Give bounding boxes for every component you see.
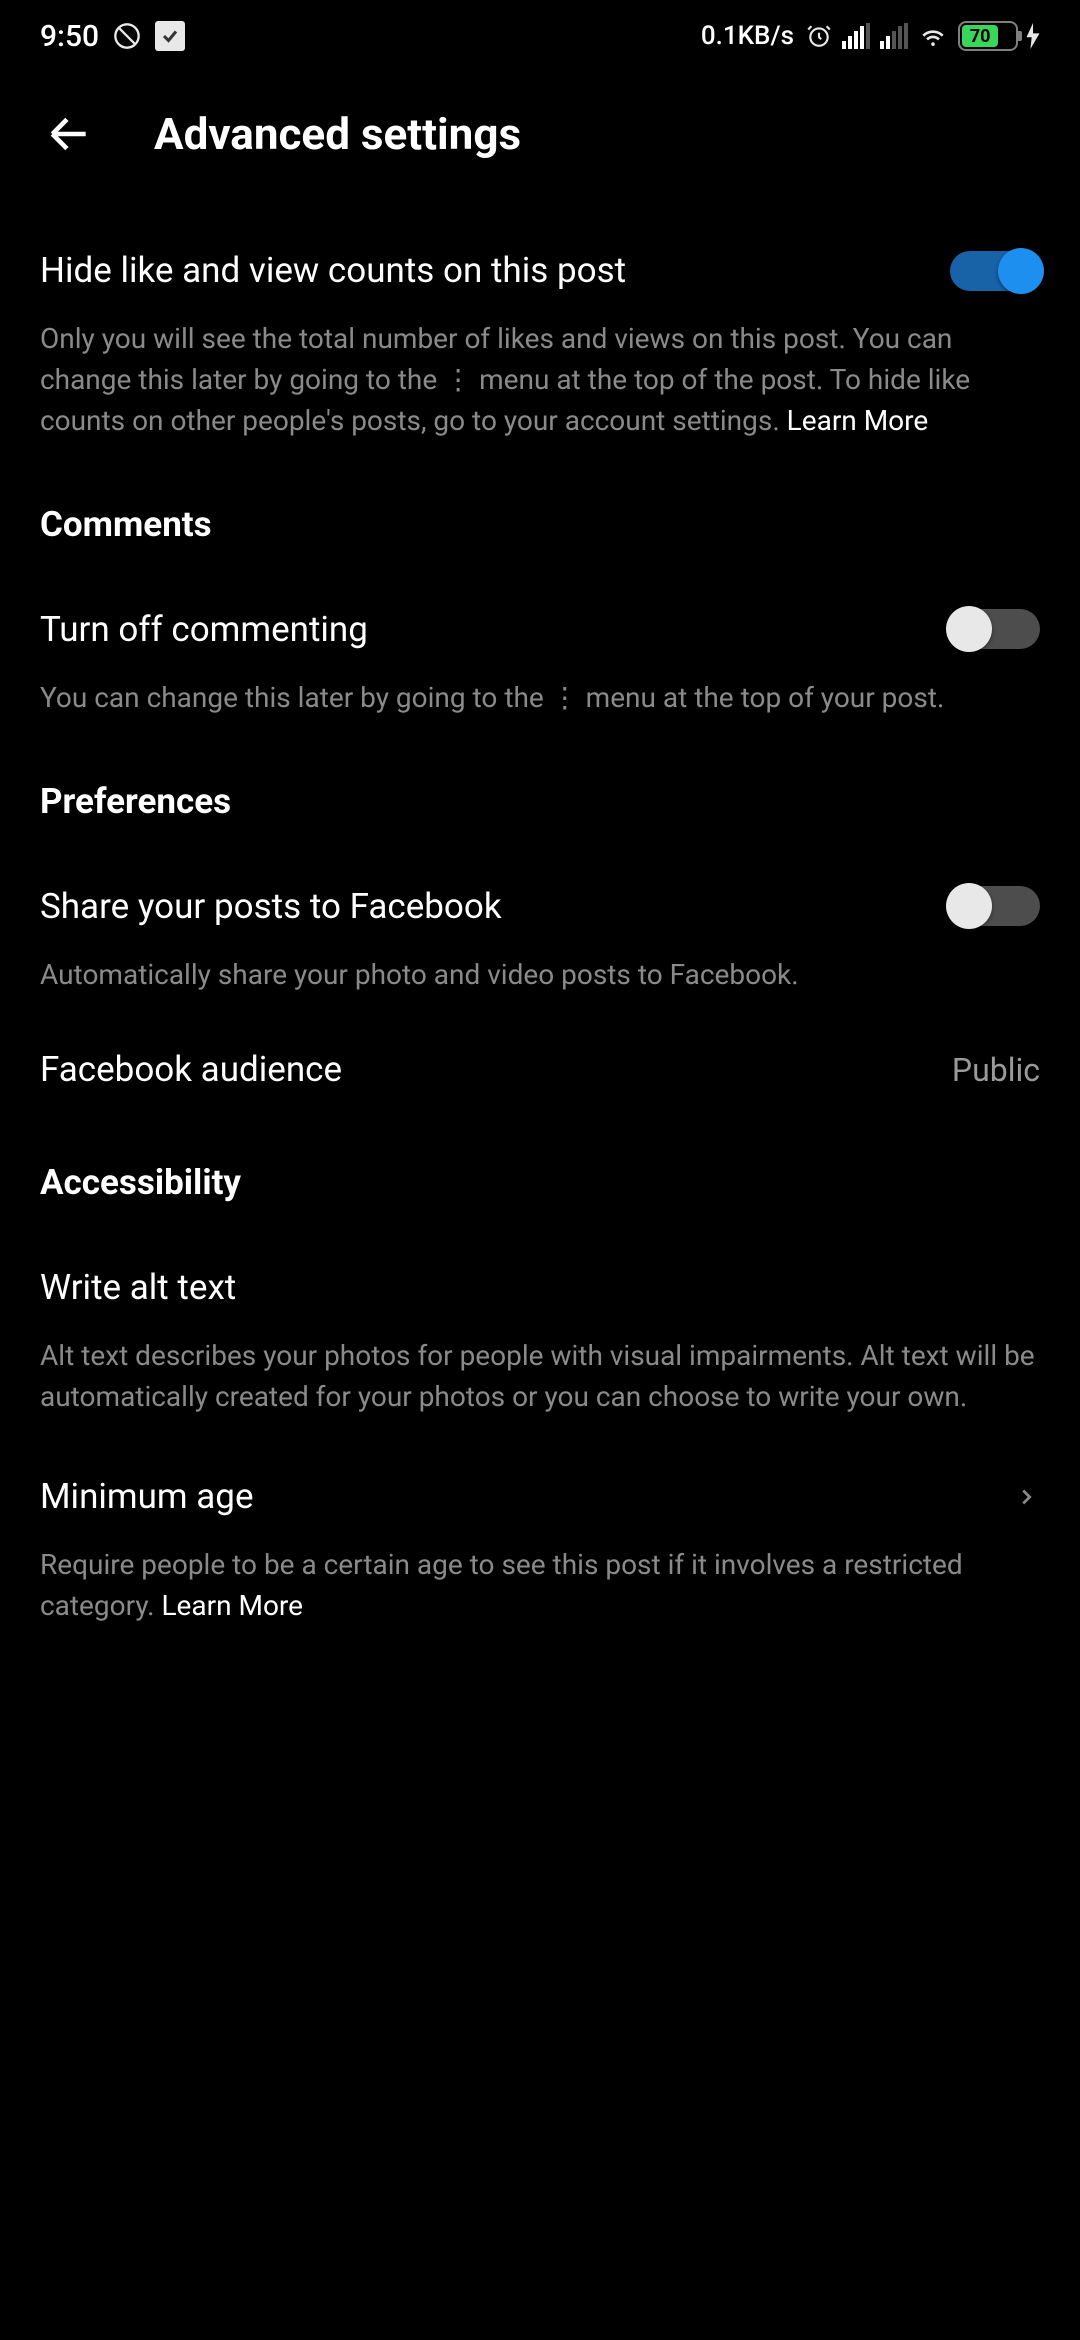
turn-off-commenting-title: Turn off commenting <box>40 609 368 650</box>
turn-off-commenting-toggle[interactable] <box>950 609 1040 649</box>
status-right: 0.1KB/s 70 <box>701 21 1040 51</box>
share-facebook-toggle[interactable] <box>950 886 1040 926</box>
hide-counts-row[interactable]: Hide like and view counts on this post <box>40 196 1040 307</box>
app-header: Advanced settings <box>0 72 1080 196</box>
share-facebook-desc: Automatically share your photo and video… <box>40 943 1040 1004</box>
status-left: 9:50 <box>40 19 185 54</box>
facebook-audience-row[interactable]: Facebook audience Public <box>40 1003 1040 1108</box>
hide-counts-desc: Only you will see the total number of li… <box>40 307 1040 450</box>
battery-level: 70 <box>962 25 998 47</box>
alarm-icon <box>806 23 832 49</box>
chevron-right-icon <box>1012 1483 1040 1511</box>
share-facebook-row[interactable]: Share your posts to Facebook <box>40 832 1040 943</box>
back-button[interactable] <box>44 109 94 159</box>
hide-counts-title: Hide like and view counts on this post <box>40 250 626 291</box>
share-facebook-title: Share your posts to Facebook <box>40 886 502 927</box>
minimum-age-desc: Require people to be a certain age to se… <box>40 1533 1040 1635</box>
facebook-audience-value: Public <box>952 1051 1040 1089</box>
wifi-icon <box>918 23 948 49</box>
write-alt-text-title: Write alt text <box>40 1267 236 1308</box>
facebook-audience-title: Facebook audience <box>40 1049 342 1090</box>
dnd-icon <box>113 22 141 50</box>
minimum-age-row[interactable]: Minimum age <box>40 1426 1040 1533</box>
charging-icon <box>1026 23 1040 49</box>
network-speed: 0.1KB/s <box>701 21 794 51</box>
section-comments: Comments <box>40 450 1040 555</box>
battery-icon: 70 <box>958 21 1018 51</box>
content: Hide like and view counts on this post O… <box>0 196 1080 1635</box>
section-preferences: Preferences <box>40 727 1040 832</box>
write-alt-text-row[interactable]: Write alt text <box>40 1213 1040 1324</box>
page-title: Advanced settings <box>154 108 521 160</box>
hide-counts-toggle[interactable] <box>950 251 1040 291</box>
status-time: 9:50 <box>40 19 99 54</box>
section-accessibility: Accessibility <box>40 1108 1040 1213</box>
signal-icon-2 <box>880 23 908 49</box>
status-bar: 9:50 0.1KB/s 70 <box>0 0 1080 72</box>
write-alt-text-desc: Alt text describes your photos for peopl… <box>40 1324 1040 1426</box>
hide-counts-learn-more[interactable]: Learn More <box>787 404 929 437</box>
minimum-age-learn-more[interactable]: Learn More <box>161 1589 303 1622</box>
minimum-age-title: Minimum age <box>40 1476 254 1517</box>
checkbox-icon <box>155 21 185 51</box>
turn-off-commenting-desc: You can change this later by going to th… <box>40 666 1040 727</box>
turn-off-commenting-row[interactable]: Turn off commenting <box>40 555 1040 666</box>
signal-icon-1 <box>842 23 870 49</box>
